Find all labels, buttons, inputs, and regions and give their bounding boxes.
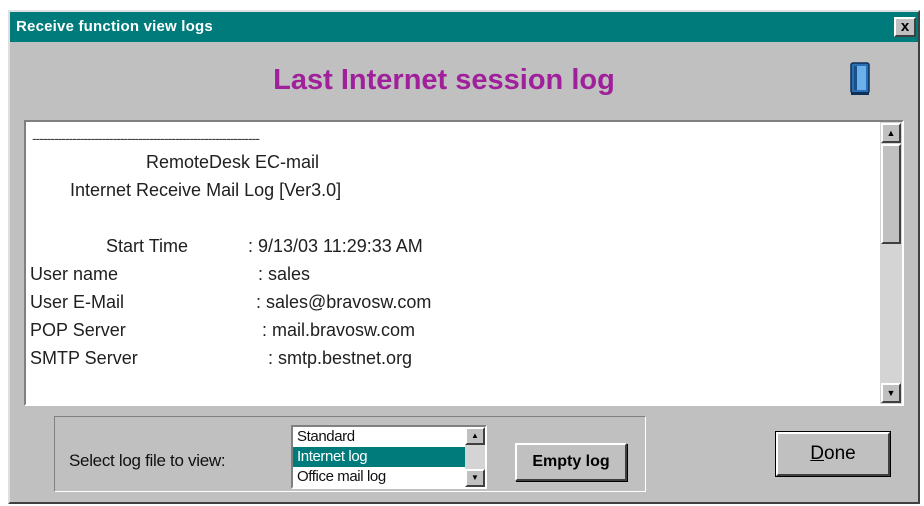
arrow-up-icon: ▲ [471,431,479,440]
listbox-option-internet-log[interactable]: Internet log [293,447,465,467]
select-log-label: Select log file to view: [69,451,226,470]
log-scrollbar[interactable]: ▲ ▼ [880,122,902,404]
log-line-app: RemoteDesk EC-mail [146,152,320,172]
empty-log-button[interactable]: Empty log [515,443,627,481]
close-icon: x [900,18,910,35]
listbox-option-standard[interactable]: Standard [293,427,465,447]
close-button[interactable]: x [894,17,916,37]
log-value-start-time: : 9/13/03 11:29:33 AM [248,236,423,256]
arrow-up-icon: ▲ [886,128,896,138]
done-label-rest: one [824,443,856,464]
log-value-pop-server: : mail.bravosw.com [262,320,416,340]
done-accelerator: D [810,443,825,464]
log-key-user-name: User name [30,264,119,284]
log-select-group: Select log file to view: Standard Intern… [54,416,646,492]
log-key-pop-server: POP Server [30,320,126,340]
log-line-version: Internet Receive Mail Log [Ver3.0] [70,180,342,200]
log-separator: ----------------------------------------… [32,130,260,146]
log-value-user-name: : sales [258,264,311,284]
scroll-thumb[interactable] [881,144,901,244]
log-key-start-time: Start Time [106,236,189,256]
title-bar[interactable]: Receive function view logs x [10,12,918,42]
log-file-listbox[interactable]: Standard Internet log Office mail log ▲ … [291,425,487,489]
log-key-user-email: User E-Mail [30,292,125,312]
done-button[interactable]: Done [775,431,891,477]
log-content: ----------------------------------------… [26,122,878,404]
log-textarea[interactable]: ----------------------------------------… [24,120,904,406]
listbox-scroll-down-button[interactable]: ▼ [465,469,485,487]
arrow-down-icon: ▼ [471,473,479,482]
listbox-scroll-up-button[interactable]: ▲ [465,427,485,445]
listbox-option-office-mail-log[interactable]: Office mail log [293,467,465,487]
log-key-smtp-server: SMTP Server [30,348,138,368]
scroll-up-button[interactable]: ▲ [881,123,901,143]
log-value-smtp-server: : smtp.bestnet.org [268,348,413,368]
log-value-user-email: : sales@bravosw.com [256,292,432,312]
book-icon[interactable] [848,62,872,96]
arrow-down-icon: ▼ [886,388,896,398]
listbox-scrollbar[interactable]: ▲ ▼ [465,427,485,487]
log-viewer-window: Receive function view logs x Last Intern… [8,10,920,504]
scroll-down-button[interactable]: ▼ [881,383,901,403]
page-title: Last Internet session log [273,64,615,96]
window-title: Receive function view logs [16,18,213,35]
